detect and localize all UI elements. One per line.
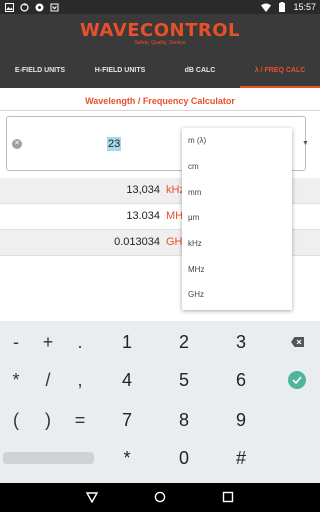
- check-icon: [288, 371, 306, 389]
- unit-option-ghz[interactable]: GHz: [182, 282, 292, 308]
- clear-icon[interactable]: ✕: [12, 139, 22, 149]
- key-2[interactable]: 2: [166, 323, 202, 361]
- key-open-paren[interactable]: (: [0, 401, 34, 439]
- unit-dropdown-menu: m (λ) cm mm μm kHz MHz GHz: [182, 128, 292, 310]
- unit-option-um[interactable]: μm: [182, 205, 292, 231]
- location-icon: [34, 2, 44, 12]
- key-4[interactable]: 4: [109, 361, 145, 399]
- backspace-icon: [290, 337, 304, 347]
- numeric-keyboard: - + . 1 2 3 * / , 4 5 6 ( ) = 7 8 9 * 0 …: [0, 321, 320, 483]
- key-0[interactable]: 0: [166, 439, 202, 477]
- key-asterisk[interactable]: *: [0, 361, 34, 399]
- sync-icon: [19, 2, 29, 12]
- logo-text: WAVECONTROL: [80, 20, 240, 41]
- key-slash[interactable]: /: [30, 361, 66, 399]
- app-logo: WAVECONTROL Safety, Quality, Service: [0, 20, 320, 46]
- done-key[interactable]: [279, 361, 315, 399]
- unit-option-khz[interactable]: kHz: [182, 231, 292, 257]
- unit-option-mm[interactable]: mm: [182, 179, 292, 205]
- key-star[interactable]: *: [109, 439, 145, 477]
- unit-option-cm[interactable]: cm: [182, 154, 292, 180]
- wifi-icon: [261, 2, 272, 12]
- status-time: 15:57: [293, 2, 316, 12]
- logo-tagline: Safety, Quality, Service: [134, 40, 186, 46]
- unit-option-m[interactable]: m (λ): [182, 128, 292, 154]
- key-period[interactable]: .: [62, 323, 98, 361]
- key-close-paren[interactable]: ): [30, 401, 66, 439]
- tab-bar: E-FIELD UNITS H-FIELD UNITS dB CALC λ / …: [0, 52, 320, 88]
- key-1[interactable]: 1: [109, 323, 145, 361]
- key-equals[interactable]: =: [62, 401, 98, 439]
- result-value: 0.013034: [114, 236, 160, 248]
- result-unit: MH: [166, 210, 184, 222]
- storage-icon: [49, 2, 59, 12]
- tab-e-field-units[interactable]: E-FIELD UNITS: [0, 52, 80, 88]
- result-unit: GH: [166, 236, 183, 248]
- app-header: WAVECONTROL Safety, Quality, Service: [0, 14, 320, 52]
- key-8[interactable]: 8: [166, 401, 202, 439]
- key-comma[interactable]: ,: [62, 361, 98, 399]
- input-value[interactable]: 23: [107, 137, 122, 151]
- key-5[interactable]: 5: [166, 361, 202, 399]
- result-value: 13,034: [126, 184, 160, 196]
- back-icon[interactable]: [86, 491, 98, 503]
- tab-h-field-units[interactable]: H-FIELD UNITS: [80, 52, 160, 88]
- image-icon: [4, 2, 14, 12]
- key-6[interactable]: 6: [223, 361, 259, 399]
- calculator-title: Wavelength / Frequency Calculator: [85, 96, 235, 106]
- tab-db-calc[interactable]: dB CALC: [160, 52, 240, 88]
- navigation-bar: [0, 483, 320, 512]
- dropdown-arrow-icon[interactable]: ▼: [302, 140, 309, 147]
- battery-icon: [277, 2, 287, 12]
- key-3[interactable]: 3: [223, 323, 259, 361]
- unit-option-mhz[interactable]: MHz: [182, 256, 292, 282]
- key-7[interactable]: 7: [109, 401, 145, 439]
- tab-freq-calc[interactable]: λ / FREQ CALC: [240, 52, 320, 88]
- space-key[interactable]: [3, 452, 94, 464]
- divider: [0, 110, 320, 111]
- backspace-key[interactable]: [279, 323, 315, 361]
- key-plus[interactable]: +: [30, 323, 66, 361]
- recents-icon[interactable]: [222, 491, 234, 503]
- key-hash[interactable]: #: [223, 439, 259, 477]
- key-9[interactable]: 9: [223, 401, 259, 439]
- key-minus[interactable]: -: [0, 323, 34, 361]
- result-value: 13.034: [126, 210, 160, 222]
- home-icon[interactable]: [154, 491, 166, 503]
- status-bar: 15:57: [0, 0, 320, 14]
